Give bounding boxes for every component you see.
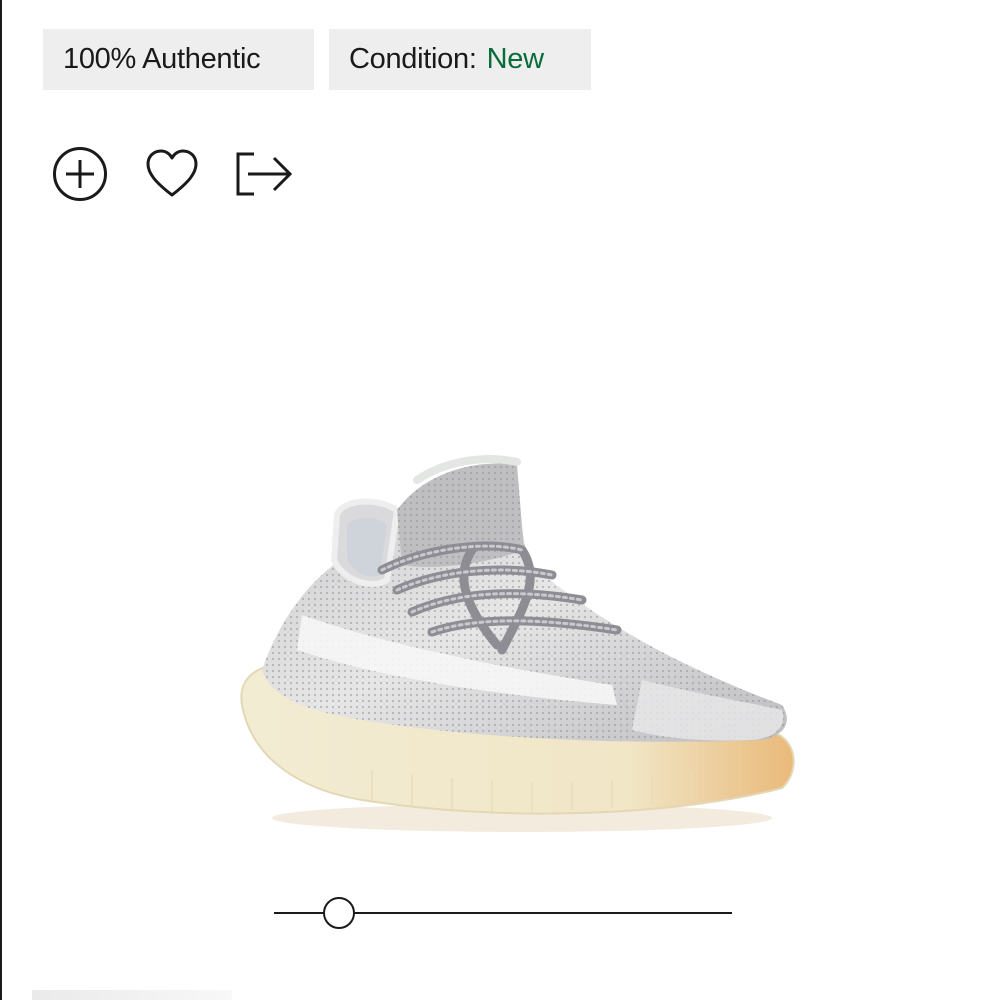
share-button[interactable]	[234, 144, 294, 204]
next-section-peek	[32, 990, 232, 1000]
product-page: 100% Authentic Condition: New	[0, 0, 1000, 1000]
authentic-badge: 100% Authentic	[43, 29, 314, 90]
authentic-label: 100% Authentic	[63, 43, 261, 75]
heart-icon	[146, 149, 198, 197]
image-viewer-slider[interactable]	[274, 893, 732, 933]
condition-label: Condition:	[349, 43, 477, 75]
condition-badge: Condition: New	[329, 29, 591, 90]
favorite-button[interactable]	[142, 144, 202, 204]
slider-thumb[interactable]	[323, 897, 356, 929]
add-to-portfolio-button[interactable]	[50, 144, 110, 204]
condition-value: New	[486, 43, 544, 75]
plus-circle-icon	[53, 147, 107, 201]
share-icon	[236, 152, 293, 196]
product-image	[240, 455, 795, 832]
